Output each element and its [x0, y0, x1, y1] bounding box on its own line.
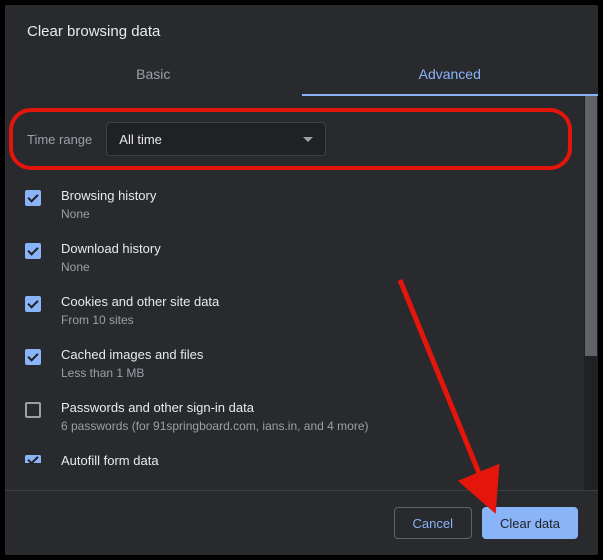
time-range-label: Time range	[27, 132, 92, 147]
tab-advanced[interactable]: Advanced	[302, 52, 599, 96]
option-sub: None	[61, 260, 564, 274]
clear-browsing-data-dialog: Clear browsing data Basic Advanced Time …	[5, 5, 598, 555]
dialog-footer: Cancel Clear data	[5, 490, 598, 555]
time-range-select[interactable]: All time	[106, 122, 326, 156]
tab-basic[interactable]: Basic	[5, 52, 302, 96]
cancel-button[interactable]: Cancel	[394, 507, 472, 539]
option-download-history[interactable]: Download history None	[5, 231, 584, 284]
option-title: Autofill form data	[61, 453, 564, 468]
dialog-header: Clear browsing data	[5, 5, 598, 52]
content-wrapper: Time range All time Browsing history Non…	[5, 96, 598, 490]
scrollbar[interactable]	[584, 96, 598, 490]
checkbox-download-history[interactable]	[25, 243, 41, 259]
clear-data-button[interactable]: Clear data	[482, 507, 578, 539]
option-text: Browsing history None	[61, 188, 564, 221]
option-cached-files[interactable]: Cached images and files Less than 1 MB	[5, 337, 584, 390]
option-browsing-history[interactable]: Browsing history None	[5, 178, 584, 231]
checkbox-browsing-history[interactable]	[25, 190, 41, 206]
checkbox-passwords[interactable]	[25, 402, 41, 418]
time-range-value: All time	[119, 132, 162, 147]
option-title: Browsing history	[61, 188, 564, 203]
option-cookies[interactable]: Cookies and other site data From 10 site…	[5, 284, 584, 337]
option-title: Cookies and other site data	[61, 294, 564, 309]
checkbox-cached-files[interactable]	[25, 349, 41, 365]
option-sub: None	[61, 207, 564, 221]
option-autofill[interactable]: Autofill form data	[5, 443, 584, 472]
option-text: Passwords and other sign-in data 6 passw…	[61, 400, 564, 433]
option-title: Cached images and files	[61, 347, 564, 362]
option-text: Autofill form data	[61, 453, 564, 472]
option-passwords[interactable]: Passwords and other sign-in data 6 passw…	[5, 390, 584, 443]
time-range-row: Time range All time	[9, 108, 572, 170]
option-text: Download history None	[61, 241, 564, 274]
option-sub: From 10 sites	[61, 313, 564, 327]
option-text: Cached images and files Less than 1 MB	[61, 347, 564, 380]
content-area: Time range All time Browsing history Non…	[5, 96, 584, 490]
option-sub: Less than 1 MB	[61, 366, 564, 380]
chevron-down-icon	[303, 137, 313, 142]
option-sub: 6 passwords (for 91springboard.com, ians…	[61, 419, 564, 433]
tab-bar: Basic Advanced	[5, 52, 598, 96]
scrollbar-thumb[interactable]	[585, 96, 597, 356]
checkbox-cookies[interactable]	[25, 296, 41, 312]
dialog-title: Clear browsing data	[27, 23, 576, 40]
option-text: Cookies and other site data From 10 site…	[61, 294, 564, 327]
option-title: Download history	[61, 241, 564, 256]
checkbox-autofill[interactable]	[25, 455, 41, 463]
option-title: Passwords and other sign-in data	[61, 400, 564, 415]
